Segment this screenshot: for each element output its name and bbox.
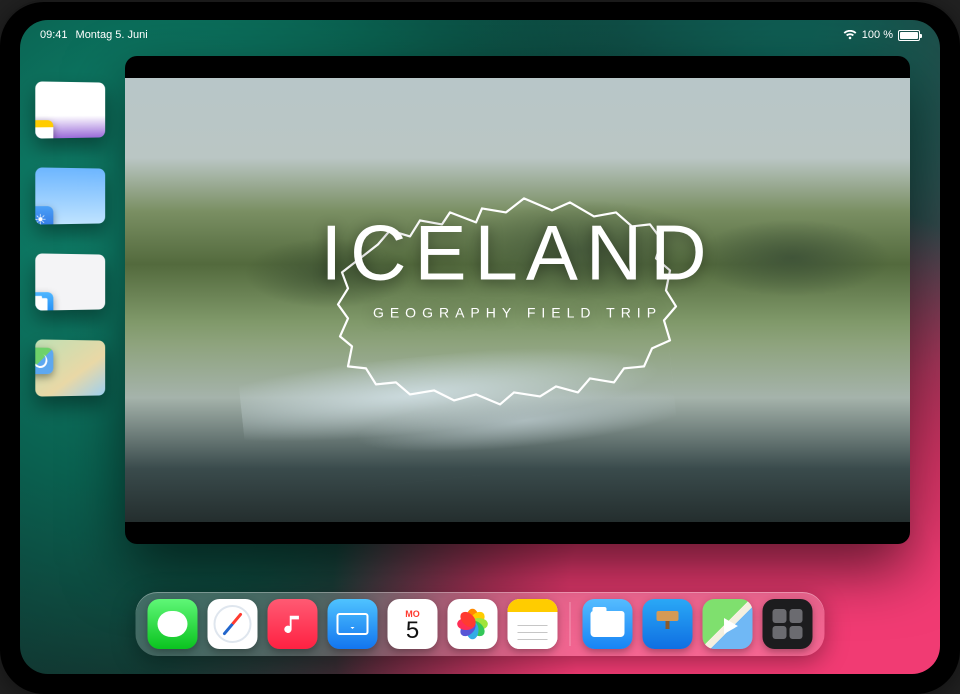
speech-bubble-icon <box>158 611 188 637</box>
dock-keynote-icon[interactable] <box>643 599 693 649</box>
dock-messages-icon[interactable] <box>148 599 198 649</box>
calendar-day-of-month: 5 <box>406 619 419 643</box>
stage-item-maps[interactable] <box>35 339 105 396</box>
envelope-icon <box>337 613 369 635</box>
stage-item-notes[interactable] <box>35 81 105 138</box>
status-bar: 09:41 Montag 5. Juni 100 % <box>20 26 940 44</box>
keynote-slide: ICELAND GEOGRAPHY FIELD TRIP <box>125 78 910 522</box>
stage-item-files[interactable] <box>35 253 105 310</box>
folder-icon <box>591 611 625 637</box>
dock-music-icon[interactable] <box>268 599 318 649</box>
music-note-icon <box>282 613 304 635</box>
dock-safari-icon[interactable] <box>208 599 258 649</box>
compass-icon <box>214 605 252 643</box>
weather-app-icon: ☀︎ <box>35 206 53 225</box>
dock-photos-icon[interactable] <box>448 599 498 649</box>
dock: MO 5 <box>136 592 825 656</box>
battery-text: 100 % <box>862 29 893 41</box>
maps-app-icon <box>35 347 53 374</box>
dock-app-library-icon[interactable] <box>763 599 813 649</box>
grid-icon <box>773 609 803 639</box>
stage-item-weather[interactable]: ☀︎ <box>35 167 105 224</box>
dock-separator <box>570 602 571 646</box>
files-app-icon <box>35 292 53 311</box>
status-date: Montag 5. Juni <box>76 29 148 41</box>
notes-page-icon <box>508 599 558 649</box>
stage-manager-strip: ☀︎ <box>35 82 115 396</box>
photos-flower-icon <box>456 607 490 641</box>
dock-mail-icon[interactable] <box>328 599 378 649</box>
keynote-window[interactable]: ICELAND GEOGRAPHY FIELD TRIP <box>125 56 910 544</box>
podium-icon <box>655 611 681 637</box>
ipad-frame: 09:41 Montag 5. Juni 100 % ☀︎ <box>0 0 960 694</box>
slide-subtitle: GEOGRAPHY FIELD TRIP <box>320 305 714 321</box>
slide-text-block: ICELAND GEOGRAPHY FIELD TRIP <box>320 208 714 321</box>
dock-notes-icon[interactable] <box>508 599 558 649</box>
notes-app-icon <box>35 120 53 139</box>
ipad-screen: 09:41 Montag 5. Juni 100 % ☀︎ <box>20 20 940 674</box>
status-time: 09:41 <box>40 29 68 41</box>
dock-maps-icon[interactable] <box>703 599 753 649</box>
dock-calendar-icon[interactable]: MO 5 <box>388 599 438 649</box>
wifi-icon <box>843 30 857 40</box>
slide-title: ICELAND <box>320 208 714 299</box>
dock-files-icon[interactable] <box>583 599 633 649</box>
location-arrow-icon <box>717 614 738 634</box>
battery-icon <box>898 30 920 41</box>
